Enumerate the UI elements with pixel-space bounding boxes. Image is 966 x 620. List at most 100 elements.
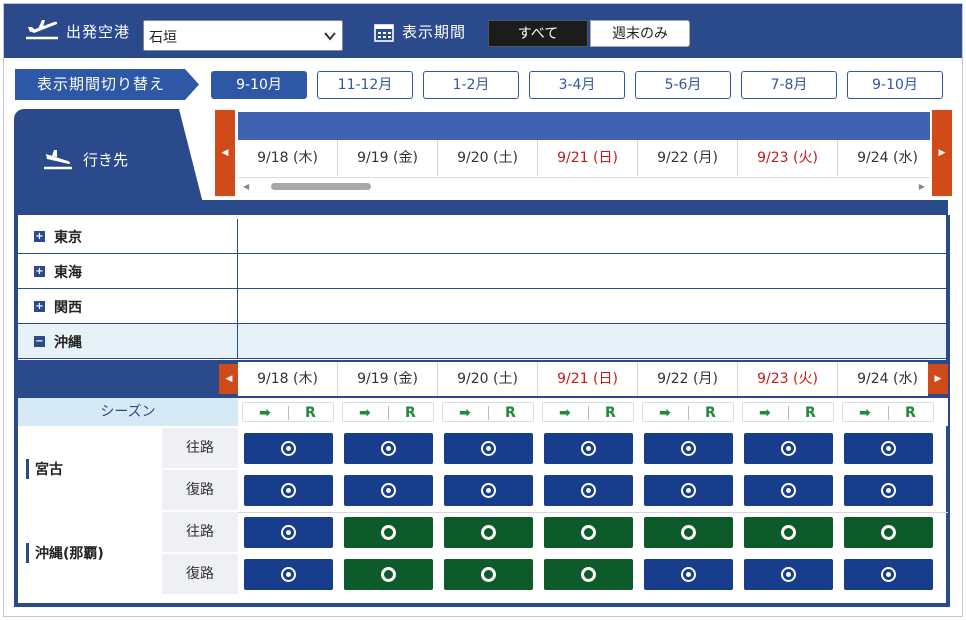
schedule-date-cell: 9/18 (木) (238, 362, 338, 396)
season-separator (488, 406, 489, 420)
season-r-mark: R (505, 405, 516, 421)
available-dot-icon (681, 483, 696, 498)
flight-availability-cell[interactable] (844, 433, 933, 464)
filter-weekend-button[interactable]: 週末のみ (590, 20, 690, 47)
flight-availability-cell[interactable] (344, 559, 433, 590)
available-ring-icon (381, 525, 396, 540)
direction-label: 復路 (162, 554, 238, 594)
departure-airport-value: 石垣 (149, 30, 177, 46)
flight-availability-cell[interactable] (844, 475, 933, 506)
season-cell: ➡ R (842, 402, 934, 422)
flight-availability-cell[interactable] (344, 517, 433, 548)
scroll-left-arrow-icon[interactable]: ◀ (243, 182, 249, 191)
expand-icon[interactable]: + (34, 231, 45, 242)
period-tab-1[interactable]: 9-10月 (211, 71, 307, 99)
period-tab-3[interactable]: 1-2月 (423, 71, 519, 99)
flight-availability-cell[interactable] (244, 433, 333, 464)
expand-icon[interactable]: + (34, 301, 45, 312)
region-name: 東京 (54, 230, 82, 246)
expand-icon[interactable]: + (34, 266, 45, 277)
arrow-right-icon: ➡ (559, 405, 571, 421)
season-label: シーズン (18, 398, 238, 426)
available-ring-icon (381, 567, 396, 582)
period-tab-2[interactable]: 11-12月 (317, 71, 413, 99)
flight-availability-cell[interactable] (444, 475, 533, 506)
date-header-cell: 9/21 (日) (538, 140, 638, 176)
schedule-scroll-left-button[interactable]: ◀ (219, 364, 239, 394)
flight-availability-cell[interactable] (644, 433, 733, 464)
flight-availability-cell[interactable] (444, 517, 533, 548)
season-r-mark: R (705, 405, 716, 421)
available-dot-icon (781, 441, 796, 456)
flight-availability-cell[interactable] (244, 517, 333, 548)
direction-label: 復路 (162, 470, 238, 510)
flight-availability-cell[interactable] (344, 433, 433, 464)
flight-availability-cell[interactable] (244, 475, 333, 506)
available-dot-icon (581, 483, 596, 498)
period-tab-7[interactable]: 9-10月 (847, 71, 943, 99)
flight-availability-cell[interactable] (844, 559, 933, 590)
flight-availability-cell[interactable] (744, 433, 833, 464)
flight-availability-cell[interactable] (444, 559, 533, 590)
chevron-down-icon (324, 32, 336, 41)
region-row[interactable]: − 沖縄 (18, 324, 946, 359)
season-row: シーズン ➡ R ➡ R ➡ R ➡ R ➡ R ➡ R ➡ R (18, 398, 948, 426)
date-header-cell: 9/19 (金) (338, 140, 438, 176)
available-dot-icon (681, 567, 696, 582)
season-separator (688, 406, 689, 420)
available-dot-icon (881, 441, 896, 456)
collapse-icon[interactable]: − (34, 336, 45, 347)
season-r-mark: R (605, 405, 616, 421)
departure-airport-select[interactable]: 石垣 (143, 20, 343, 51)
horizontal-scrollbar[interactable]: ◀ ▶ (238, 177, 930, 195)
period-tab-5[interactable]: 5-6月 (635, 71, 731, 99)
flight-availability-cell[interactable] (444, 433, 533, 464)
available-dot-icon (581, 441, 596, 456)
display-period-label: 表示期間 (402, 23, 467, 41)
flight-availability-cell[interactable] (544, 517, 633, 548)
scrollbar-thumb[interactable] (271, 183, 371, 190)
available-dot-icon (781, 483, 796, 498)
schedule-date-cell: 9/24 (水) (838, 362, 928, 396)
region-row[interactable]: + 関西 (18, 289, 946, 324)
region-name-cell: − 沖縄 (18, 324, 238, 358)
flight-availability-cell[interactable] (644, 475, 733, 506)
scroll-right-button[interactable]: ▶ (932, 110, 952, 196)
region-name-cell: + 東京 (18, 219, 238, 253)
season-cell: ➡ R (442, 402, 534, 422)
available-dot-icon (281, 567, 296, 582)
region-name-cell: + 東海 (18, 254, 238, 288)
available-ring-icon (881, 525, 896, 540)
available-ring-icon (681, 525, 696, 540)
flight-availability-cell[interactable] (544, 559, 633, 590)
arrow-right-icon: ➡ (459, 405, 471, 421)
flight-availability-cell[interactable] (744, 475, 833, 506)
flight-availability-cell[interactable] (744, 517, 833, 548)
scroll-right-arrow-icon[interactable]: ▶ (919, 182, 925, 191)
flight-availability-cell[interactable] (844, 517, 933, 548)
date-header-cell: 9/20 (土) (438, 140, 538, 176)
flight-availability-cell[interactable] (644, 559, 733, 590)
schedule-date-cell: 9/23 (火) (738, 362, 838, 396)
period-tab-6[interactable]: 7-8月 (741, 71, 837, 99)
region-name: 沖縄 (54, 335, 82, 351)
flight-availability-cell[interactable] (544, 475, 633, 506)
season-r-mark: R (405, 405, 416, 421)
period-tab-4[interactable]: 3-4月 (529, 71, 625, 99)
destination-name: 宮古 (26, 459, 63, 479)
season-separator (588, 406, 589, 420)
season-cell: ➡ R (742, 402, 834, 422)
flight-availability-cell[interactable] (644, 517, 733, 548)
scroll-left-button[interactable]: ◀ (215, 110, 235, 196)
flight-availability-cell[interactable] (344, 475, 433, 506)
filter-all-button[interactable]: すべて (488, 20, 588, 47)
flight-availability-cell[interactable] (744, 559, 833, 590)
available-dot-icon (881, 567, 896, 582)
flight-availability-cell[interactable] (544, 433, 633, 464)
flight-availability-cell[interactable] (244, 559, 333, 590)
calendar-icon (374, 24, 394, 42)
region-row[interactable]: + 東京 (18, 219, 946, 254)
season-separator (388, 406, 389, 420)
schedule-scroll-right-button[interactable]: ▶ (928, 364, 948, 394)
region-row[interactable]: + 東海 (18, 254, 946, 289)
